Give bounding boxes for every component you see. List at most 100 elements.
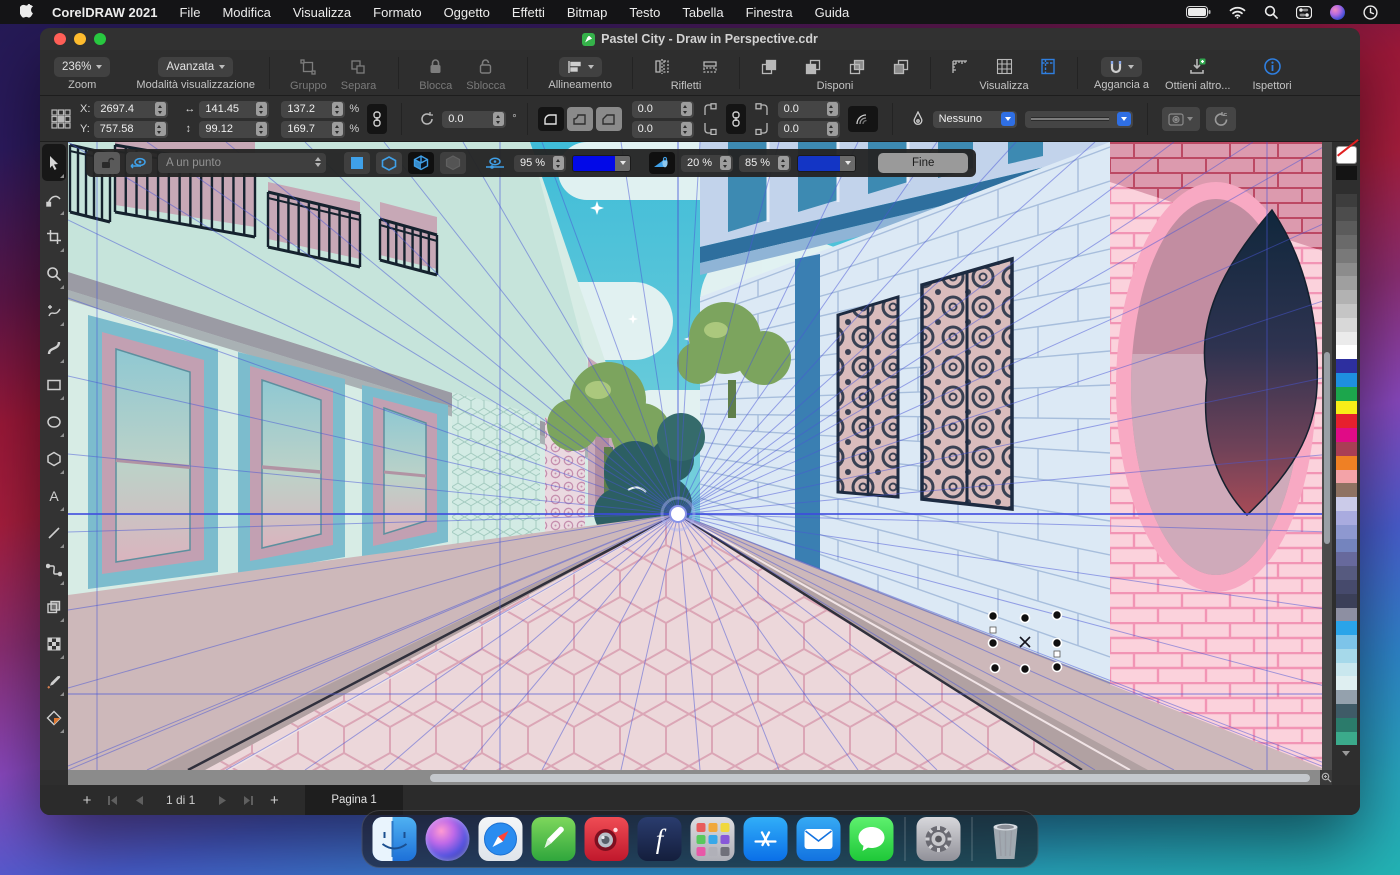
crop-tool[interactable] xyxy=(42,218,66,255)
color-swatch[interactable] xyxy=(1336,263,1357,277)
snap-to-dropdown[interactable] xyxy=(1101,57,1142,77)
line-style-dropdown[interactable] xyxy=(1025,111,1133,128)
object-height-field[interactable]: 99.12 xyxy=(199,121,269,138)
pick-tool[interactable] xyxy=(42,144,66,181)
color-swatch[interactable] xyxy=(1336,608,1357,622)
siri-icon[interactable] xyxy=(1330,5,1345,20)
connector-tool[interactable] xyxy=(42,551,66,588)
palette-more-chevron-icon[interactable] xyxy=(1342,751,1350,756)
order-forward-icon[interactable] xyxy=(846,56,868,78)
corner-scalloped-button[interactable] xyxy=(567,107,593,131)
color-swatch[interactable] xyxy=(1336,539,1357,553)
eyedropper-tool[interactable] xyxy=(42,662,66,699)
mirror-horizontal-icon[interactable] xyxy=(651,56,673,78)
outline-width-dropdown[interactable]: Nessuno xyxy=(933,111,1017,128)
lock-icon[interactable] xyxy=(425,56,447,78)
dock-icon-launchpad[interactable] xyxy=(691,817,735,861)
line-tool[interactable] xyxy=(42,514,66,551)
color-swatch[interactable] xyxy=(1336,166,1357,180)
inspectors-icon[interactable] xyxy=(1261,56,1283,78)
minimize-button[interactable] xyxy=(74,33,86,45)
plane-flat-button[interactable] xyxy=(344,152,370,174)
left-window[interactable] xyxy=(362,385,448,559)
perspective-type-select[interactable]: A un punto xyxy=(158,153,326,173)
next-page-button[interactable] xyxy=(209,796,235,805)
stepper[interactable] xyxy=(155,102,166,116)
color-swatch[interactable] xyxy=(1336,483,1357,497)
corner-radius-bl-field[interactable]: 0.0 xyxy=(632,121,694,138)
menu-item-testo[interactable]: Testo xyxy=(629,5,660,20)
color-swatch[interactable] xyxy=(1336,373,1357,387)
color-swatch[interactable] xyxy=(1336,359,1357,373)
stepper[interactable] xyxy=(778,156,789,170)
horizontal-scrollbar[interactable] xyxy=(68,770,1320,785)
dock-icon-messages[interactable] xyxy=(850,817,894,861)
group-button[interactable] xyxy=(297,56,319,78)
line-color-dropdown[interactable] xyxy=(797,155,856,172)
freehand-tool[interactable] xyxy=(42,292,66,329)
color-swatch[interactable] xyxy=(1336,456,1357,470)
menu-item-finestra[interactable]: Finestra xyxy=(746,5,793,20)
corner-lock-button[interactable] xyxy=(726,104,746,134)
x-position-field[interactable]: 2697.4 xyxy=(94,101,168,118)
lock-perspective-button[interactable] xyxy=(94,152,120,174)
color-swatch[interactable] xyxy=(1336,180,1357,194)
lock-ratio-button[interactable] xyxy=(367,104,387,134)
clock-icon[interactable] xyxy=(1363,5,1378,20)
last-page-button[interactable] xyxy=(235,796,261,805)
field-of-view-button[interactable] xyxy=(649,152,675,174)
order-backward-icon[interactable] xyxy=(890,56,912,78)
color-swatch[interactable] xyxy=(1336,387,1357,401)
get-more-icon[interactable] xyxy=(1187,56,1209,78)
color-swatch[interactable] xyxy=(1336,276,1357,290)
zoom-level-dropdown[interactable]: 236% xyxy=(54,57,110,77)
color-swatch[interactable] xyxy=(1336,621,1357,635)
color-swatch[interactable] xyxy=(1336,732,1357,746)
search-icon[interactable] xyxy=(1264,5,1278,19)
stepper[interactable] xyxy=(332,102,343,116)
stepper[interactable] xyxy=(155,122,166,136)
fov-field[interactable]: 20 % xyxy=(681,155,733,172)
dock-icon-siri[interactable] xyxy=(426,817,470,861)
color-swatch[interactable] xyxy=(1336,676,1357,690)
color-swatch[interactable] xyxy=(1336,194,1357,208)
shape-tool[interactable] xyxy=(42,181,66,218)
depth-field[interactable]: 85 % xyxy=(739,155,791,172)
dock-icon-finder[interactable] xyxy=(373,817,417,861)
alignment-dropdown[interactable] xyxy=(559,57,602,77)
color-swatch[interactable] xyxy=(1336,290,1357,304)
color-swatch[interactable] xyxy=(1336,345,1357,359)
color-swatch[interactable] xyxy=(1336,566,1357,580)
show-planes-button[interactable] xyxy=(126,152,152,174)
stepper[interactable] xyxy=(493,112,504,126)
order-to-back-icon[interactable] xyxy=(802,56,824,78)
battery-icon[interactable] xyxy=(1186,6,1211,18)
text-tool[interactable]: A xyxy=(42,477,66,514)
object-width-field[interactable]: 141.45 xyxy=(199,101,269,118)
menu-item-modifica[interactable]: Modifica xyxy=(222,5,270,20)
close-button[interactable] xyxy=(54,33,66,45)
zoom-corner-icon[interactable] xyxy=(1320,770,1332,785)
color-swatch[interactable] xyxy=(1336,249,1357,263)
control-center-icon[interactable] xyxy=(1296,6,1312,19)
plane-hexagon-button[interactable] xyxy=(376,152,402,174)
corner-radius-br-field[interactable]: 0.0 xyxy=(778,121,840,138)
menu-item-oggetto[interactable]: Oggetto xyxy=(444,5,490,20)
color-swatch[interactable] xyxy=(1336,594,1357,608)
ungroup-button[interactable] xyxy=(347,56,369,78)
color-swatch[interactable] xyxy=(1336,525,1357,539)
drop-shadow-tool[interactable] xyxy=(42,588,66,625)
drawing-canvas[interactable]: A un punto 95 % xyxy=(68,142,1332,770)
menu-item-visualizza[interactable]: Visualizza xyxy=(293,5,351,20)
color-swatch[interactable] xyxy=(1336,401,1357,415)
stepper[interactable] xyxy=(827,102,838,116)
y-position-field[interactable]: 757.58 xyxy=(94,121,168,138)
dock-icon-photo-paint[interactable] xyxy=(585,817,629,861)
stepper[interactable] xyxy=(553,156,564,170)
stepper[interactable] xyxy=(681,122,692,136)
color-swatch[interactable] xyxy=(1336,318,1357,332)
ornate-window[interactable] xyxy=(838,297,898,497)
dock-icon-mail[interactable] xyxy=(797,817,841,861)
color-swatch[interactable] xyxy=(1336,704,1357,718)
horizontal-scrollbar-thumb[interactable] xyxy=(430,774,1310,782)
